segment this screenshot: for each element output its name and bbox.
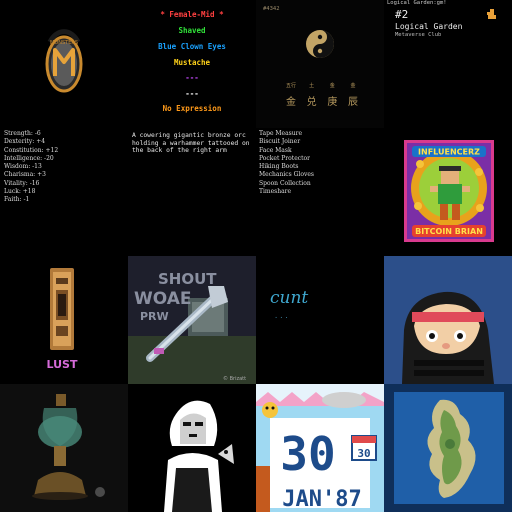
tile-monsters-logo[interactable]: MONSTERS: [0, 0, 128, 128]
yin-yang-icon: [306, 30, 334, 58]
gear-item: Hiking Boots: [259, 163, 299, 171]
shout-line3: PRW: [140, 310, 169, 323]
gear-item: Biscuit Joiner: [259, 138, 301, 146]
pizza-lady-art: [128, 384, 256, 512]
trait-line: Blue Clown Eyes: [158, 42, 226, 51]
stat-line: Dexterity: +4: [4, 138, 46, 146]
tile-orc-description[interactable]: A cowering gigantic bronze orc holding a…: [128, 128, 264, 264]
gear-item: Face Mask: [259, 146, 292, 154]
island-map-art: [384, 384, 512, 512]
gear-item: Pocket Protector: [259, 154, 311, 162]
stat-line: Charisma: +3: [4, 171, 46, 179]
ninja-character-art: [402, 291, 494, 384]
trait-line: Shaved: [178, 26, 206, 35]
gear-item: Spoon Collection: [259, 179, 311, 187]
tile-lamp[interactable]: [0, 384, 128, 512]
lust-card-art: LUST: [47, 268, 78, 371]
cunt-dots-text: ...: [274, 312, 290, 320]
influencer-bottom-text: BITCOIN BRIAN: [415, 227, 483, 236]
monsters-logo-text: MONSTERS: [50, 40, 78, 46]
orc-description-text: A cowering gigantic bronze orc holding a…: [132, 132, 250, 155]
stem-row-small: 五行 土 金 金: [285, 83, 356, 89]
calendar-pixel-art: 30 30 JAN'87: [256, 384, 384, 512]
tile-logical-garden[interactable]: Logical Garden:gm! #2 Logical Garden Met…: [384, 0, 512, 128]
tile-lust-card[interactable]: LUST: [0, 256, 128, 384]
trait-line: * Female-Mid *: [160, 10, 224, 19]
influencer-top-text: INFLUENCERZ: [418, 148, 480, 157]
stat-line: Strength: -6: [4, 130, 41, 137]
shout-line1: SHOUT: [158, 270, 217, 288]
trait-line: ---: [185, 89, 199, 98]
trait-line: No Expression: [162, 104, 222, 113]
stat-line: Wisdom: -13: [4, 163, 42, 171]
shout-credit: © Brizatt: [223, 375, 246, 382]
stat-line: Intelligence: -20: [4, 154, 54, 162]
tile-character-traits[interactable]: * Female-Mid * Shaved Blue Clown Eyes Mu…: [128, 0, 256, 128]
tile-gear-list[interactable]: Tape Measure Biscuit Joiner Face Mask Po…: [256, 128, 390, 260]
gear-item: Timeshare: [259, 188, 292, 196]
influencer-card-art: INFLUENCERZ BITCOIN BRIAN: [404, 140, 494, 242]
stat-line: Faith: -1: [4, 196, 30, 204]
calendar-date: JAN'87: [282, 487, 361, 512]
monsters-logo-icon: MONSTERS: [45, 29, 83, 93]
cunt-word-text: cunt: [270, 288, 309, 308]
tile-ninja-character[interactable]: [384, 256, 512, 384]
tile-shout-woae[interactable]: SHOUT WOAE PRW © Brizatt: [128, 256, 256, 384]
gear-item: Mechanics Gloves: [259, 171, 314, 179]
tile-cunt-word[interactable]: cunt ...: [256, 256, 384, 384]
lust-label: LUST: [47, 358, 78, 371]
shout-line2: WOAE: [134, 289, 192, 309]
nft-gallery-grid: MONSTERS * Female-Mid * Shaved Blue Clow…: [0, 0, 512, 512]
garden-badge-icon: [487, 9, 496, 19]
lamp-art: [0, 384, 128, 512]
tile-calendar-pixel[interactable]: 30 30 JAN'87: [256, 384, 384, 512]
stat-line: Constitution: +12: [4, 146, 59, 154]
trait-line: Mustache: [173, 58, 211, 67]
tile-yin-yang[interactable]: #4342 五行 土 金 金 金 兑 庚 辰: [256, 0, 384, 128]
tile-influencer-card[interactable]: INFLUENCERZ BITCOIN BRIAN: [384, 128, 512, 256]
tile-character-stats[interactable]: Strength: -6 Dexterity: +4 Constitution:…: [0, 128, 136, 260]
gear-item: Tape Measure: [259, 130, 303, 137]
tile-island-map[interactable]: [384, 384, 512, 512]
calendar-small-number: 30: [357, 447, 370, 460]
trait-line: ---: [185, 73, 199, 82]
tile-pizza-lady[interactable]: [128, 384, 256, 512]
calendar-big-number: 30: [280, 427, 335, 481]
shout-art: SHOUT WOAE PRW © Brizatt: [128, 256, 256, 384]
stat-line: Luck: +18: [4, 188, 36, 196]
stem-row-large: 金 兑 庚 辰: [286, 97, 358, 108]
stat-line: Vitality: -16: [4, 179, 40, 187]
